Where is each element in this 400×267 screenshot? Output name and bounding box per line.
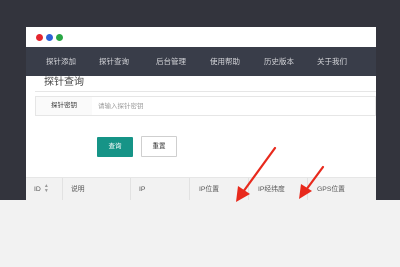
annotation-arrows (236, 146, 325, 202)
red-arrow-icon (236, 146, 277, 202)
red-arrow-icon (299, 165, 325, 199)
